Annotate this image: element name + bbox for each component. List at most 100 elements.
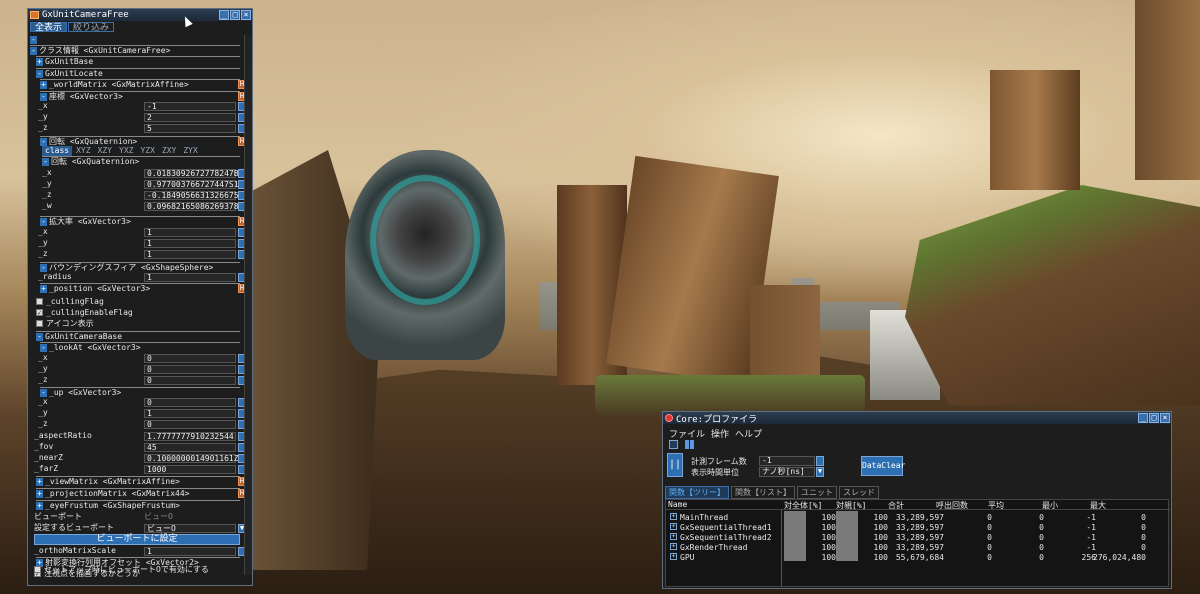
view-matrix-header[interactable]: + _viewMatrix <GxMatrixAffine> [36, 476, 240, 486]
bounding-position-header[interactable]: + _position <GxVector3> [40, 283, 240, 293]
expand-toggle-icon[interactable]: + [36, 478, 43, 486]
up-y-field[interactable]: 1 [144, 409, 236, 418]
col-min[interactable]: 最小 [1042, 500, 1058, 511]
rotation-tab-class[interactable]: class [42, 146, 73, 156]
lookat-header[interactable]: - _lookAt <GxVector3> [40, 342, 240, 352]
proj-matrix-header[interactable]: + _projectionMatrix <GxMatrix44> [36, 488, 240, 498]
rotation-tab-xyz[interactable]: XYZ [73, 146, 93, 156]
setup-viewport-row[interactable]: セットアップ時にビューポートOで有効にする [34, 565, 209, 575]
lookat-y-field[interactable]: 0 [144, 365, 236, 374]
scale-header[interactable]: - 拡大率 <GxVector3> [40, 216, 240, 226]
position-z-field[interactable]: 5 [144, 124, 236, 133]
maximize-icon[interactable]: □ [1149, 413, 1159, 423]
col-max[interactable]: 最大 [1090, 500, 1106, 511]
fov-field[interactable]: 45 [144, 443, 236, 452]
maximize-icon[interactable]: □ [230, 10, 240, 20]
scale-z-field[interactable]: 1 [144, 250, 236, 259]
collapse-toggle-icon[interactable]: - [36, 70, 43, 78]
expand-toggle-icon[interactable]: + [670, 553, 677, 560]
scale-y-field[interactable]: 1 [144, 239, 236, 248]
collapse-toggle-icon[interactable]: - [30, 47, 37, 55]
position-header[interactable]: - 座標 <GxVector3> [40, 91, 240, 101]
tab-filter[interactable]: 絞り込み [68, 22, 115, 33]
table-row[interactable]: + GxSequentialThread2 100 100 33,289,597 0 0 -1… [666, 532, 1170, 542]
data-clear-button[interactable]: DataClear [861, 456, 905, 476]
spin-icon[interactable] [816, 456, 824, 466]
setup-viewport-checkbox[interactable] [34, 566, 41, 573]
ortho-scale-field[interactable]: 1 [144, 547, 236, 556]
expand-toggle-icon[interactable]: + [670, 523, 677, 530]
rotation-w-field[interactable]: 0.096821650862693787 [144, 202, 243, 211]
culling-flag-checkbox[interactable] [36, 298, 43, 305]
col-name[interactable]: Name [668, 500, 687, 509]
view-grid-icon[interactable] [685, 440, 694, 449]
minimize-icon[interactable]: _ [219, 10, 229, 20]
collapse-toggle-icon[interactable]: - [40, 264, 47, 272]
expand-toggle-icon[interactable]: + [670, 513, 677, 520]
table-row[interactable]: + GxSequentialThread1 100 100 33,289,597 0 0 -1… [666, 522, 1170, 532]
close-icon[interactable]: × [1160, 413, 1170, 423]
lookat-z-field[interactable]: 0 [144, 376, 236, 385]
collapse-toggle-icon[interactable]: - [36, 333, 43, 341]
unit-select[interactable]: ナノ秒[ns] [759, 467, 815, 477]
set-viewport-select[interactable]: ビューO [144, 524, 236, 533]
culling-enable-row[interactable]: ✓ _cullingEnableFlag [36, 308, 133, 318]
pause-button[interactable]: || [667, 453, 683, 477]
col-total-pct[interactable]: 対全体[%] [784, 500, 822, 511]
expand-toggle-icon[interactable]: + [40, 81, 47, 89]
tab-function-tree[interactable]: 関数【ツリー】 [665, 486, 729, 499]
tab-show-all[interactable]: 全表示 [30, 22, 68, 33]
expand-toggle-icon[interactable]: + [36, 490, 43, 498]
tab-thread[interactable]: スレッド [839, 486, 879, 499]
collapse-toggle-icon[interactable]: - [40, 218, 47, 226]
culling-enable-checkbox[interactable]: ✓ [36, 309, 43, 317]
rotation-header[interactable]: - 回転 <GxQuaternion> [40, 136, 240, 146]
rotation-tab-yxz[interactable]: YXZ [116, 146, 136, 156]
up-header[interactable]: - _up <GxVector3> [40, 387, 240, 397]
icon-display-checkbox[interactable] [36, 320, 43, 327]
minimize-icon[interactable]: _ [1138, 413, 1148, 423]
rotation-tab-zxy[interactable]: ZXY [159, 146, 179, 156]
scale-x-field[interactable]: 1 [144, 228, 236, 237]
table-row[interactable]: + MainThread 100 100 33,289,597 0 0 -1 0 [666, 512, 1170, 522]
up-z-field[interactable]: 0 [144, 420, 236, 429]
tab-function-list[interactable]: 関数【リスト】 [731, 486, 795, 499]
close-icon[interactable]: × [241, 10, 251, 20]
camera-base-header[interactable]: - GxUnitCameraBase [36, 331, 240, 341]
unit-locate-header[interactable]: - GxUnitLocate [36, 68, 240, 78]
vertical-scrollbar[interactable] [244, 35, 252, 575]
collapse-toggle-icon[interactable]: - [40, 389, 47, 397]
eye-frustum-header[interactable]: + _eyeFrustum <GxShapeFrustum> [36, 500, 240, 510]
position-x-field[interactable]: -1 [144, 102, 236, 111]
aspect-field[interactable]: 1.7777777910232544 [144, 432, 236, 441]
menu-operation[interactable]: 操作 [711, 427, 729, 440]
table-row[interactable]: + GxRenderThread 100 100 33,289,597 0 0 -1 0 [666, 542, 1170, 552]
frames-field[interactable]: -1 [759, 456, 815, 466]
view-single-icon[interactable] [669, 440, 678, 449]
expand-toggle-icon[interactable]: + [36, 502, 43, 510]
collapse-toggle-icon[interactable]: - [40, 344, 47, 352]
radius-field[interactable]: 1 [144, 273, 236, 282]
class-info-header[interactable]: - クラス情報 <GxUnitCameraFree> [30, 45, 240, 55]
menu-file[interactable]: ファイル [669, 427, 705, 440]
table-row[interactable]: + GPU 100 100 55,679,684 0 0 256 276,024,480 [666, 552, 1170, 562]
rotation-tab-zyx[interactable]: ZYX [180, 146, 200, 156]
up-x-field[interactable]: 0 [144, 398, 236, 407]
collapse-toggle-icon[interactable]: - [42, 158, 49, 166]
set-viewport-button[interactable]: ビューポートに設定 [34, 534, 240, 545]
expand-toggle-icon[interactable]: + [670, 543, 677, 550]
collapse-toggle-icon[interactable]: - [40, 138, 47, 146]
col-sum[interactable]: 合計 [888, 500, 904, 511]
far-field[interactable]: 1000 [144, 465, 236, 474]
col-avg[interactable]: 平均 [988, 500, 1004, 511]
rotation-z-field[interactable]: -0.18490566313266754 [144, 191, 243, 200]
rotation-x-field[interactable]: 0.0183092672778247B [144, 169, 239, 178]
profiler-titlebar[interactable]: Core:プロファイラ _ □ × [663, 412, 1171, 425]
culling-flag-row[interactable]: _cullingFlag [36, 297, 104, 307]
bounding-header[interactable]: - バウンディングスフィア <GxShapeSphere> [40, 262, 240, 272]
world-matrix-header[interactable]: + _worldMatrix <GxMatrixAffine> [40, 79, 240, 89]
position-y-field[interactable]: 2 [144, 113, 236, 122]
near-field[interactable]: 0.1000000014901161Z [144, 454, 239, 463]
rotation-inner-header[interactable]: - 回転 <GxQuaternion> [42, 156, 240, 166]
expand-toggle-icon[interactable]: + [40, 285, 47, 293]
